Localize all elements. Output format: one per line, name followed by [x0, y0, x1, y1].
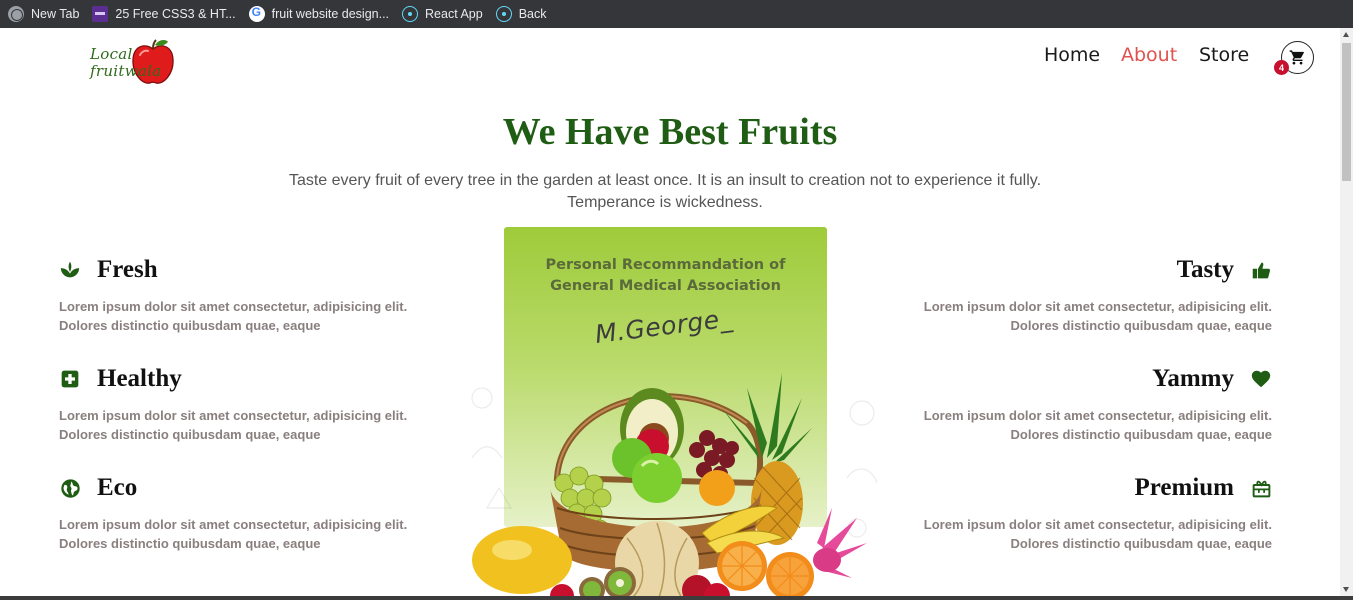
- feature-description: Lorem ipsum dolor sit amet consectetur, …: [59, 299, 408, 333]
- bookmark-google-search[interactable]: fruit website design...: [245, 3, 396, 25]
- page-title: We Have Best Fruits: [502, 111, 838, 153]
- feature-fresh: Fresh Lorem ipsum dolor sit amet consect…: [59, 255, 459, 335]
- bookmark-label: 25 Free CSS3 & HT...: [115, 7, 236, 21]
- fruit-basket-image: [471, 373, 878, 596]
- feature-description: Lorem ipsum dolor sit amet consectetur, …: [923, 408, 1272, 442]
- gift-icon: [1250, 477, 1272, 499]
- bookmark-label: Back: [518, 7, 547, 21]
- scroll-up-arrow-icon[interactable]: [1343, 32, 1349, 37]
- logo-wordmark: Local fruitwala: [90, 46, 161, 80]
- colorlib-icon: [92, 6, 109, 22]
- subtitle-line-1: Taste every fruit of every tree in the g…: [288, 172, 1042, 189]
- site-logo[interactable]: Local fruitwala: [90, 33, 180, 91]
- react-icon: [402, 6, 419, 22]
- feature-healthy: Healthy Lorem ipsum dolor sit amet conse…: [59, 364, 459, 444]
- recommendation-text: Personal Recommandation of General Medic…: [504, 255, 827, 297]
- page-scrollbar[interactable]: [1340, 28, 1353, 596]
- bookmark-label: New Tab: [31, 7, 80, 21]
- feature-premium: Premium Lorem ipsum dolor sit amet conse…: [872, 473, 1272, 553]
- scrollbar-thumb[interactable]: [1342, 43, 1351, 181]
- feature-tasty: Tasty Lorem ipsum dolor sit amet consect…: [872, 255, 1272, 335]
- globe-icon: [8, 6, 24, 22]
- feature-heading: Eco: [59, 473, 459, 503]
- bookmark-label: React App: [425, 7, 483, 21]
- feature-title: Premium: [1134, 474, 1234, 501]
- bookmark-label: fruit website design...: [271, 7, 390, 21]
- react-icon: [495, 6, 512, 22]
- shopping-cart-icon: [1289, 50, 1304, 65]
- feature-description: Lorem ipsum dolor sit amet consectetur, …: [923, 299, 1272, 333]
- bookmark-back[interactable]: Back: [492, 3, 554, 25]
- globe-icon: [59, 477, 81, 499]
- cart-count-badge: 4: [1274, 60, 1289, 75]
- feature-heading: Tasty: [872, 255, 1272, 285]
- recommendation-line-1: Personal Recommandation of: [545, 257, 786, 273]
- thumbs-up-icon: [1250, 259, 1272, 281]
- window-bottom-edge: [0, 596, 1353, 600]
- feature-title: Tasty: [1176, 256, 1234, 283]
- scroll-down-arrow-icon[interactable]: [1343, 587, 1349, 592]
- google-icon: [248, 5, 265, 22]
- feature-title: Healthy: [97, 365, 182, 392]
- feature-heading: Premium: [872, 473, 1272, 503]
- page-subtitle: Taste every fruit of every tree in the g…: [270, 170, 1060, 214]
- bookmark-new-tab[interactable]: New Tab: [4, 3, 86, 25]
- recommendation-line-2: General Medical Association: [550, 278, 781, 294]
- medical-plus-icon: [59, 368, 81, 390]
- heart-icon: [1250, 368, 1272, 390]
- bookmarks-bar: New Tab 25 Free CSS3 & HT... fruit websi…: [0, 0, 1353, 28]
- bookmark-react-app[interactable]: React App: [398, 3, 490, 25]
- bookmark-colorlib[interactable]: 25 Free CSS3 & HT...: [88, 3, 242, 25]
- feature-heading: Healthy: [59, 364, 459, 394]
- feature-yammy: Yammy Lorem ipsum dolor sit amet consect…: [872, 364, 1272, 444]
- feature-title: Eco: [97, 474, 138, 501]
- feature-description: Lorem ipsum dolor sit amet consectetur, …: [59, 408, 408, 442]
- sprout-icon: [59, 259, 81, 281]
- nav-home[interactable]: Home: [1044, 44, 1100, 66]
- nav-about[interactable]: About: [1121, 44, 1177, 66]
- feature-heading: Fresh: [59, 255, 459, 285]
- logo-line-2: fruitwala: [90, 62, 162, 80]
- feature-title: Fresh: [97, 256, 158, 283]
- feature-title: Yammy: [1152, 365, 1234, 392]
- feature-description: Lorem ipsum dolor sit amet consectetur, …: [923, 517, 1272, 551]
- nav-store[interactable]: Store: [1199, 44, 1249, 66]
- page: Local fruitwala Home About Store 4 We Ha…: [0, 28, 1340, 596]
- subtitle-line-2: Temperance is wickedness.: [567, 194, 763, 211]
- feature-eco: Eco Lorem ipsum dolor sit amet consectet…: [59, 473, 459, 553]
- feature-description: Lorem ipsum dolor sit amet consectetur, …: [59, 517, 408, 551]
- logo-line-1: Local: [90, 45, 133, 63]
- feature-heading: Yammy: [872, 364, 1272, 394]
